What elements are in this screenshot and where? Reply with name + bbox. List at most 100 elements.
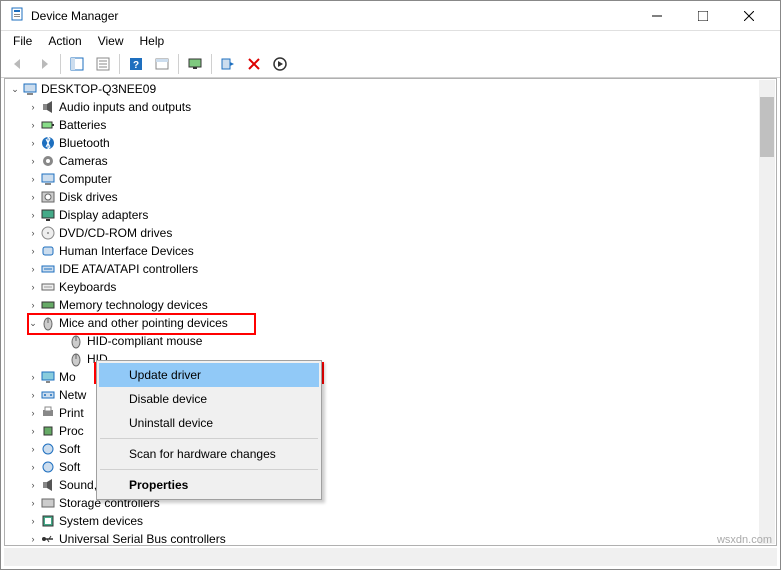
root-node[interactable]: ⌄DESKTOP-Q3NEE09 bbox=[6, 80, 759, 98]
category-cd[interactable]: › DVD/CD-ROM drives bbox=[6, 224, 759, 242]
menu-help[interactable]: Help bbox=[133, 32, 172, 50]
tree-item-label: Audio inputs and outputs bbox=[59, 100, 191, 114]
expand-caret[interactable]: › bbox=[26, 426, 40, 436]
computer-icon bbox=[22, 81, 38, 97]
soft-icon bbox=[40, 459, 56, 475]
category-usb[interactable]: ›Universal Serial Bus controllers bbox=[6, 530, 759, 544]
expand-caret[interactable]: › bbox=[26, 372, 40, 382]
category-disk[interactable]: ›Disk drives bbox=[6, 188, 759, 206]
watermark: wsxdn.com bbox=[717, 534, 772, 546]
expand-caret[interactable]: › bbox=[26, 174, 40, 184]
mouse-icon bbox=[68, 351, 84, 367]
tree-item-label: Print bbox=[59, 406, 84, 420]
bt-icon bbox=[40, 135, 56, 151]
menu-view[interactable]: View bbox=[91, 32, 131, 50]
disable-button[interactable] bbox=[268, 52, 292, 76]
expand-caret[interactable]: › bbox=[26, 534, 40, 544]
tree-item-label: Computer bbox=[59, 172, 112, 186]
tree-item-label: Human Interface Devices bbox=[59, 244, 194, 258]
context-properties[interactable]: Properties bbox=[99, 473, 319, 497]
camera-icon bbox=[40, 153, 56, 169]
tree-pane: ⌄DESKTOP-Q3NEE09 › Audio inputs and output… bbox=[4, 78, 777, 546]
audio-icon bbox=[40, 99, 56, 115]
context-update-driver[interactable]: Update driver bbox=[99, 363, 319, 387]
scan-button[interactable] bbox=[216, 52, 240, 76]
update-driver-button[interactable] bbox=[183, 52, 207, 76]
expand-caret[interactable]: › bbox=[26, 300, 40, 310]
menu-file[interactable]: File bbox=[6, 32, 39, 50]
mem-icon bbox=[40, 297, 56, 313]
expand-caret[interactable]: › bbox=[26, 138, 40, 148]
window-title: Device Manager bbox=[31, 9, 634, 23]
tree-item-label: Memory technology devices bbox=[59, 298, 208, 312]
mouse-icon bbox=[68, 333, 84, 349]
expand-caret[interactable]: › bbox=[26, 210, 40, 220]
back-button[interactable] bbox=[6, 52, 30, 76]
expand-caret[interactable]: › bbox=[26, 246, 40, 256]
category-computer[interactable]: › Computer bbox=[6, 170, 759, 188]
app-icon bbox=[9, 6, 25, 25]
maximize-button[interactable] bbox=[680, 1, 726, 31]
expand-caret[interactable]: › bbox=[26, 228, 40, 238]
close-button[interactable] bbox=[726, 1, 772, 31]
expand-caret[interactable]: › bbox=[26, 516, 40, 526]
help-button[interactable]: ? bbox=[124, 52, 148, 76]
category-mice[interactable]: ⌄Mice and other pointing devices bbox=[6, 314, 759, 332]
context-menu-separator bbox=[100, 469, 318, 470]
tree-item-label: DVD/CD-ROM drives bbox=[59, 226, 172, 240]
category-hid[interactable]: › Human Interface Devices bbox=[6, 242, 759, 260]
view-button[interactable] bbox=[150, 52, 174, 76]
expand-caret[interactable]: ⌄ bbox=[8, 84, 22, 95]
category-camera[interactable]: › Cameras bbox=[6, 152, 759, 170]
category-mem[interactable]: › Memory technology devices bbox=[6, 296, 759, 314]
mouse-icon bbox=[40, 315, 56, 331]
minimize-button[interactable] bbox=[634, 1, 680, 31]
show-hide-console-button[interactable] bbox=[65, 52, 89, 76]
expand-caret[interactable]: › bbox=[26, 462, 40, 472]
device-mouse[interactable]: HID-compliant mouse bbox=[6, 332, 759, 350]
category-audio[interactable]: › Audio inputs and outputs bbox=[6, 98, 759, 116]
category-ide[interactable]: › IDE ATA/ATAPI controllers bbox=[6, 260, 759, 278]
expand-caret[interactable]: ⌄ bbox=[26, 318, 40, 329]
expand-caret[interactable]: › bbox=[26, 282, 40, 292]
expand-caret[interactable]: › bbox=[26, 480, 40, 490]
expand-caret[interactable]: › bbox=[26, 390, 40, 400]
expand-caret[interactable]: › bbox=[26, 408, 40, 418]
category-bt[interactable]: ›Bluetooth bbox=[6, 134, 759, 152]
tree-item-label: Cameras bbox=[59, 154, 108, 168]
forward-button[interactable] bbox=[32, 52, 56, 76]
expand-caret[interactable]: › bbox=[26, 498, 40, 508]
net-icon bbox=[40, 387, 56, 403]
toolbar: ? bbox=[1, 50, 780, 78]
expand-caret[interactable]: › bbox=[26, 120, 40, 130]
context-uninstall-device[interactable]: Uninstall device bbox=[99, 411, 319, 435]
toolbar-sep bbox=[211, 54, 212, 74]
status-bar bbox=[4, 548, 777, 566]
category-kbd[interactable]: ›Keyboards bbox=[6, 278, 759, 296]
tree-item-label: Soft bbox=[59, 460, 80, 474]
menubar: File Action View Help bbox=[1, 31, 780, 50]
tree-item-label: Soft bbox=[59, 442, 80, 456]
category-display[interactable]: ›Display adapters bbox=[6, 206, 759, 224]
expand-caret[interactable]: › bbox=[26, 264, 40, 274]
properties-button[interactable] bbox=[91, 52, 115, 76]
expand-caret[interactable]: › bbox=[26, 444, 40, 454]
print-icon bbox=[40, 405, 56, 421]
expand-caret[interactable]: › bbox=[26, 102, 40, 112]
hid-icon bbox=[40, 243, 56, 259]
ide-icon bbox=[40, 261, 56, 277]
context-scan-for-hardware-changes[interactable]: Scan for hardware changes bbox=[99, 442, 319, 466]
category-battery[interactable]: ›Batteries bbox=[6, 116, 759, 134]
context-disable-device[interactable]: Disable device bbox=[99, 387, 319, 411]
tree-item-label: System devices bbox=[59, 514, 143, 528]
cd-icon bbox=[40, 225, 56, 241]
uninstall-button[interactable] bbox=[242, 52, 266, 76]
expand-caret[interactable]: › bbox=[26, 156, 40, 166]
tree-item-label: IDE ATA/ATAPI controllers bbox=[59, 262, 198, 276]
category-sys[interactable]: › System devices bbox=[6, 512, 759, 530]
vertical-scrollbar[interactable] bbox=[759, 80, 775, 544]
tree-item-label: HID-compliant mouse bbox=[87, 334, 202, 348]
context-menu: Update driverDisable deviceUninstall dev… bbox=[96, 360, 322, 500]
expand-caret[interactable]: › bbox=[26, 192, 40, 202]
menu-action[interactable]: Action bbox=[41, 32, 88, 50]
